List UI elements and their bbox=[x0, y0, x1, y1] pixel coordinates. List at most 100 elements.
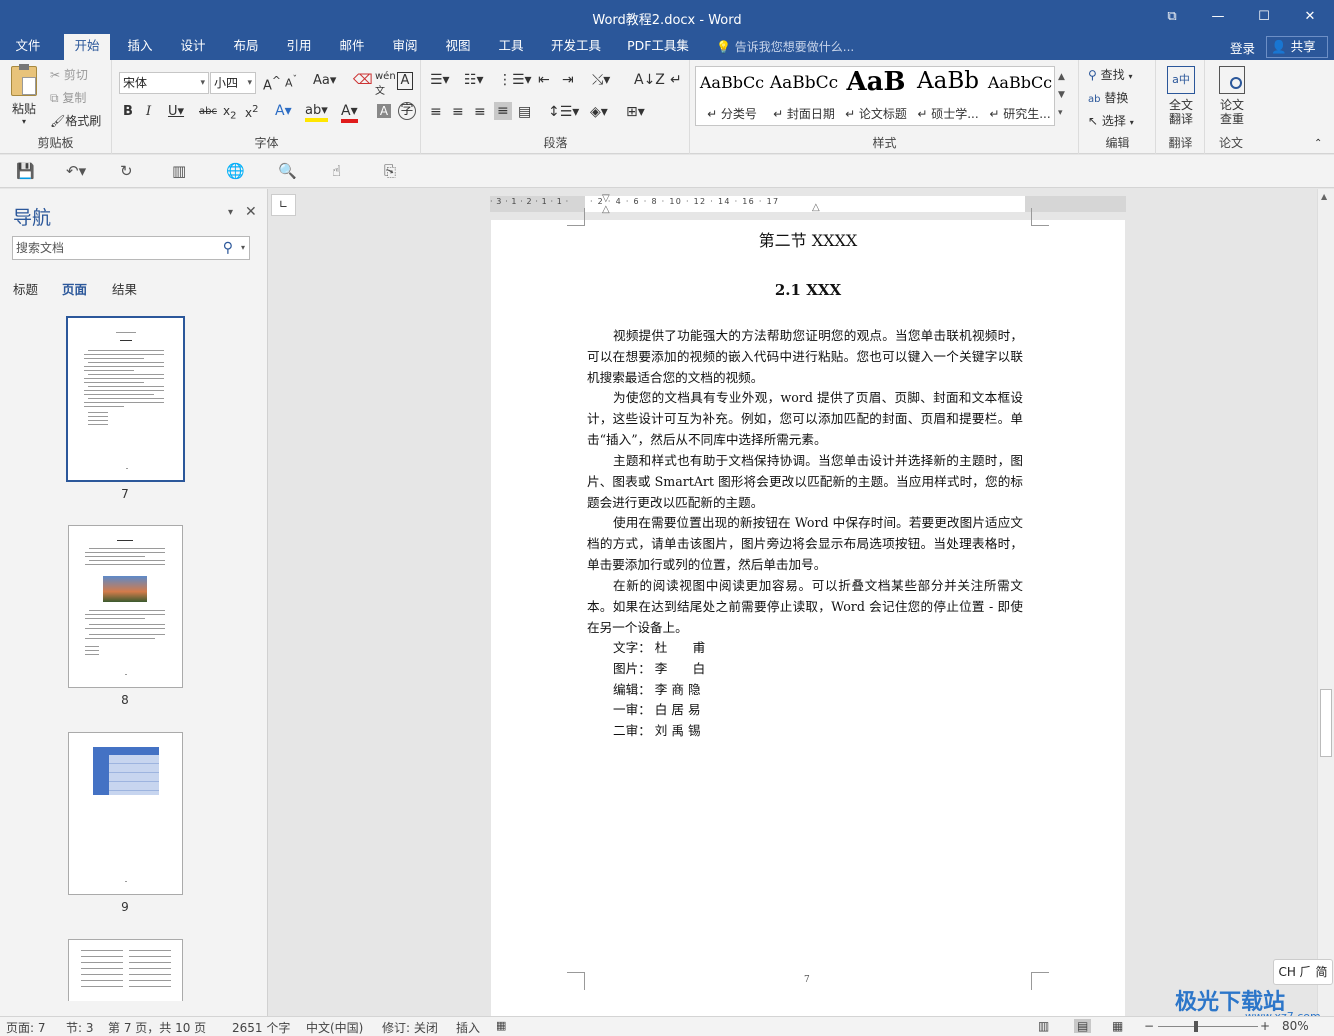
vertical-scrollbar[interactable]: ▲ bbox=[1317, 189, 1334, 1016]
document-page[interactable]: 第二节 XXXX 2.1 XXX 视频提供了功能强大的方法帮助您证明您的观点。当… bbox=[491, 208, 1125, 1016]
status-word-count[interactable]: 2651 个字 bbox=[232, 1019, 290, 1036]
tab-design[interactable]: 设计 bbox=[173, 34, 213, 60]
zoom-slider-thumb[interactable] bbox=[1194, 1021, 1198, 1032]
collapse-ribbon-icon[interactable]: ⌃ bbox=[1314, 138, 1322, 149]
tab-references[interactable]: 引用 bbox=[279, 34, 319, 60]
distributed-icon[interactable]: ▤ bbox=[518, 104, 531, 120]
page-thumbnail-9[interactable] bbox=[68, 732, 183, 895]
read-mode-view-icon[interactable]: ▥ bbox=[1038, 1019, 1049, 1033]
subscript-icon[interactable]: x2 bbox=[223, 104, 236, 121]
zoom-slider[interactable] bbox=[1158, 1021, 1258, 1032]
borders-icon[interactable]: ⊞▾ bbox=[626, 104, 645, 120]
status-page[interactable]: 页面: 7 bbox=[6, 1019, 46, 1036]
search-icon[interactable]: ⚲ bbox=[223, 237, 233, 259]
login-button[interactable]: 登录 bbox=[1230, 38, 1255, 57]
search-input[interactable]: 搜索文档 ⚲ ▾ bbox=[12, 236, 250, 260]
page-thumbnail-10[interactable] bbox=[68, 939, 183, 1001]
grow-font-icon[interactable]: A^ bbox=[263, 74, 281, 93]
print-preview-icon[interactable]: 🔍 bbox=[278, 162, 297, 180]
tab-insert[interactable]: 插入 bbox=[120, 34, 160, 60]
macro-record-icon[interactable]: ▦ bbox=[496, 1019, 506, 1032]
status-section[interactable]: 节: 3 bbox=[66, 1019, 94, 1036]
highlight-icon[interactable]: ab▾ bbox=[305, 103, 328, 122]
customize-qat-icon[interactable]: ⎘ bbox=[384, 162, 396, 180]
show-marks-icon[interactable]: ↵ bbox=[670, 72, 682, 88]
status-revision[interactable]: 修订: 关闭 bbox=[382, 1019, 438, 1036]
paste-button[interactable]: 粘贴 ▾ bbox=[8, 64, 40, 128]
style-item[interactable]: AaBb ↵ 硕士学... bbox=[912, 67, 984, 125]
font-name-combo[interactable]: 宋体 ▾ bbox=[119, 72, 209, 94]
read-mode-icon[interactable]: ▥ bbox=[172, 162, 186, 180]
tab-home[interactable]: 开始 bbox=[64, 34, 110, 60]
style-item[interactable]: AaBbCc ↵ 封面日期 bbox=[768, 67, 840, 125]
find-button[interactable]: ⚲ 查找 ▾ bbox=[1088, 66, 1132, 83]
scrollbar-thumb[interactable] bbox=[1320, 689, 1332, 757]
maximize-button[interactable]: ☐ bbox=[1250, 6, 1278, 28]
zoom-out-icon[interactable]: − bbox=[1144, 1019, 1154, 1033]
align-right-icon[interactable]: ≡ bbox=[474, 104, 486, 120]
status-insert-mode[interactable]: 插入 bbox=[456, 1019, 480, 1036]
shrink-font-icon[interactable]: Aˇ bbox=[285, 74, 297, 90]
cut-button[interactable]: ✂ 剪切 bbox=[50, 66, 88, 83]
nav-tab-pages[interactable]: 页面 bbox=[62, 279, 87, 298]
underline-icon[interactable]: U▾ bbox=[168, 104, 184, 119]
tab-layout[interactable]: 布局 bbox=[226, 34, 266, 60]
align-center-icon[interactable]: ≡ bbox=[452, 104, 464, 120]
first-line-indent-marker[interactable]: ▽ bbox=[602, 193, 610, 204]
tab-tools[interactable]: 工具 bbox=[491, 34, 531, 60]
style-item[interactable]: AaBbCc ↵ 研究生... bbox=[984, 67, 1056, 125]
close-button[interactable]: ✕ bbox=[1296, 6, 1324, 28]
increase-indent-icon[interactable]: ⇥ bbox=[562, 72, 574, 88]
bullets-icon[interactable]: ☰▾ bbox=[430, 72, 450, 88]
save-icon[interactable]: 💾 bbox=[16, 162, 35, 180]
nav-tab-results[interactable]: 结果 bbox=[112, 279, 137, 298]
touch-mode-icon[interactable]: ☝ bbox=[332, 162, 341, 180]
font-size-combo[interactable]: 小四 ▾ bbox=[210, 72, 256, 94]
full-text-translate-button[interactable]: a中 全文翻译 bbox=[1163, 66, 1199, 126]
clear-format-icon[interactable]: ⌫ bbox=[353, 72, 373, 88]
style-item[interactable]: AaB ↵ 论文标题 bbox=[840, 67, 912, 125]
character-shading-icon[interactable]: A bbox=[377, 104, 391, 118]
tab-selector-icon[interactable]: ∟ bbox=[271, 194, 296, 216]
close-icon[interactable]: ✕ bbox=[245, 204, 257, 220]
chinese-layout-icon[interactable]: ⤯▾ bbox=[592, 72, 610, 88]
line-spacing-icon[interactable]: ↕☰▾ bbox=[548, 104, 579, 120]
strikethrough-icon[interactable]: abc bbox=[199, 106, 217, 117]
multilevel-list-icon[interactable]: ⋮☰▾ bbox=[498, 72, 532, 88]
undo-icon[interactable]: ↶▾ bbox=[66, 162, 86, 180]
format-painter-button[interactable]: 🖌格式刷 bbox=[50, 112, 101, 129]
numbering-icon[interactable]: ☷▾ bbox=[464, 72, 484, 88]
redo-icon[interactable]: ↻ bbox=[120, 162, 133, 180]
select-button[interactable]: ↖ 选择 ▾ bbox=[1088, 112, 1134, 129]
right-indent-marker[interactable]: △ bbox=[812, 202, 820, 213]
italic-icon[interactable]: I bbox=[146, 104, 151, 119]
copy-button[interactable]: ⧉ 复制 bbox=[50, 89, 86, 106]
tab-file[interactable]: 文件 bbox=[8, 34, 48, 60]
align-left-icon[interactable]: ≡ bbox=[430, 104, 442, 120]
tell-me-box[interactable]: 💡 告诉我您想要做什么... bbox=[716, 38, 854, 55]
replace-button[interactable]: ab 替换 bbox=[1088, 89, 1128, 106]
scroll-up-icon[interactable]: ▲ bbox=[1321, 192, 1327, 201]
zoom-level[interactable]: 80% bbox=[1282, 1019, 1309, 1033]
enclose-characters-icon[interactable]: 字 bbox=[398, 102, 416, 120]
decrease-indent-icon[interactable]: ⇤ bbox=[538, 72, 550, 88]
tab-developer[interactable]: 开发工具 bbox=[544, 34, 608, 60]
status-page-count[interactable]: 第 7 页，共 10 页 bbox=[108, 1019, 206, 1036]
tab-mailings[interactable]: 邮件 bbox=[332, 34, 372, 60]
ime-indicator[interactable]: CH ⺁ 简 bbox=[1273, 959, 1333, 985]
page-thumbnail-8[interactable] bbox=[68, 525, 183, 688]
minimize-button[interactable]: — bbox=[1204, 6, 1232, 28]
chevron-down-icon[interactable]: ▾ bbox=[241, 237, 245, 259]
shading-icon[interactable]: ◈▾ bbox=[590, 104, 608, 120]
ribbon-display-options-button[interactable]: ⧉ bbox=[1158, 6, 1186, 28]
page-thumbnail-7[interactable] bbox=[66, 316, 185, 482]
change-case-icon[interactable]: Aa▾ bbox=[313, 73, 336, 88]
paper-check-button[interactable]: 论文查重 bbox=[1214, 66, 1250, 126]
superscript-icon[interactable]: x2 bbox=[245, 104, 258, 120]
web-layout-view-icon[interactable]: ▦ bbox=[1112, 1019, 1123, 1033]
text-effects-icon[interactable]: A▾ bbox=[275, 103, 292, 119]
nav-tab-headings[interactable]: 标题 bbox=[13, 279, 38, 298]
web-layout-icon[interactable]: 🌐 bbox=[226, 162, 245, 180]
hanging-indent-marker[interactable]: △ bbox=[602, 204, 610, 215]
character-border-icon[interactable]: A bbox=[397, 72, 413, 90]
